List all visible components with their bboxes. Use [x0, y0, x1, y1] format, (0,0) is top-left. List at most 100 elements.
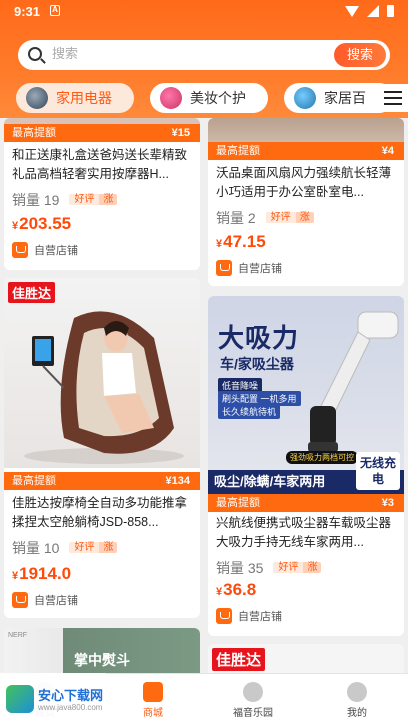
store-info: 自营店铺 [216, 260, 282, 276]
brand-tag: 佳胜达 [212, 648, 266, 671]
category-tab-label: 美妆个护 [190, 90, 246, 106]
product-title: 兴航线便携式吸尘器车载吸尘器大吸力手持无线车家两用... [216, 516, 392, 549]
tab-label: 福音乐园 [233, 708, 273, 719]
product-card[interactable]: 大吸力 车/家吸尘器 低音降噪 刷头配置 一机多用 长久续航待机 强劲吸力两档可… [208, 296, 404, 636]
sales-info: 销量 35 好评涨 [216, 558, 322, 578]
category-tab-label: 家居百 [324, 90, 366, 106]
category-tab-beauty[interactable]: 美妆个护 [150, 83, 268, 113]
image-headline: 掌中熨斗 [74, 652, 130, 668]
rating-badge: 好评涨 [273, 561, 322, 575]
product-price: ¥1914.0 [12, 564, 72, 583]
rebate-amount: ¥15 [171, 127, 190, 139]
tab-label: 商城 [143, 708, 163, 719]
sales-count: 10 [43, 540, 60, 556]
image-subtitle: 车/家吸尘器 [220, 356, 294, 372]
search-bar[interactable]: 搜索 [18, 40, 390, 70]
home-icon [294, 87, 316, 109]
header: 9:31 A 搜索 家用电器 美妆个护 家居百 [0, 0, 408, 118]
battery-icon [387, 5, 394, 17]
store-icon [216, 260, 232, 276]
product-price: ¥36.8 [216, 580, 257, 599]
store-icon [12, 242, 28, 258]
product-card[interactable]: 佳胜达 最高提额 ¥134 佳胜达按摩椅全自动多功能推拿揉捏太空舱躺椅JSD-8… [4, 278, 200, 618]
product-title: 和正送康礼盒送爸妈送长辈精致礼品高档轻奢实用按摩器H... [12, 148, 188, 181]
watermark-title: 安心下载网 [38, 688, 104, 703]
store-icon [216, 608, 232, 624]
signal-icon [367, 5, 379, 17]
category-tab-appliances[interactable]: 家用电器 [16, 83, 134, 113]
product-title: 佳胜达按摩椅全自动多功能推拿揉捏太空舱躺椅JSD-858... [12, 496, 188, 529]
rebate-amount: ¥4 [381, 145, 394, 157]
mall-tab-icon [143, 682, 163, 702]
product-image: 大吸力 车/家吸尘器 低音降噪 刷头配置 一机多用 长久续航待机 强劲吸力两档可… [208, 296, 404, 494]
tab-gospel-park[interactable]: 福音乐园 [218, 674, 288, 725]
rebate-label: 最高提额 [216, 497, 260, 509]
notification-icon: A [50, 5, 60, 16]
image-headline: 大吸力 [218, 323, 300, 353]
tab-mine[interactable]: 我的 [322, 674, 392, 725]
search-input[interactable] [52, 46, 312, 61]
store-info: 自营店铺 [12, 242, 78, 258]
rebate-strip: 最高提额 ¥15 [4, 124, 200, 142]
rebate-strip: 最高提额 ¥4 [208, 142, 404, 160]
status-time: 9:31 [14, 4, 41, 19]
massage-chair-illustration [24, 311, 184, 464]
image-badge: 无线充电 [356, 452, 400, 490]
brand-tag: 佳胜达 [8, 282, 56, 303]
menu-icon[interactable] [378, 84, 408, 112]
store-info: 自营店铺 [216, 608, 282, 624]
category-tabs: 家用电器 美妆个护 家居百 [0, 82, 408, 114]
rebate-label: 最高提额 [216, 145, 260, 157]
store-icon [12, 592, 28, 608]
product-image [208, 118, 404, 142]
sales-count: 2 [247, 210, 256, 226]
category-tab-label: 家用电器 [56, 90, 112, 106]
rating-badge: 好评涨 [265, 211, 314, 225]
sales-label: 销量 [216, 210, 244, 226]
sales-label: 销量 [216, 560, 244, 576]
sales-info: 销量 10 好评涨 [12, 538, 118, 558]
product-card[interactable]: 最高提额 ¥15 和正送康礼盒送爸妈送长辈精致礼品高档轻奢实用按摩器H... 销… [4, 118, 200, 270]
watermark-logo-icon [6, 685, 34, 713]
gospel-park-tab-icon [243, 682, 263, 702]
store-label: 自营店铺 [238, 263, 282, 275]
product-title: 沃品桌面风扇风力强续航长轻薄小巧适用于办公室卧室电... [216, 166, 392, 199]
tab-label: 我的 [347, 708, 367, 719]
sales-info: 销量 19 好评涨 [12, 190, 118, 210]
mine-tab-icon [347, 682, 367, 702]
sales-label: 销量 [12, 192, 40, 208]
store-info: 自营店铺 [12, 592, 78, 608]
status-bar: 9:31 A [0, 0, 408, 24]
image-tag: 长久续航待机 [218, 404, 281, 419]
sales-count: 19 [43, 192, 60, 208]
sales-info: 销量 2 好评涨 [216, 208, 314, 228]
product-price: ¥47.15 [216, 232, 266, 251]
store-label: 自营店铺 [34, 595, 78, 607]
rating-badge: 好评涨 [69, 541, 118, 555]
rebate-amount: ¥3 [381, 497, 394, 509]
rebate-label: 最高提额 [12, 475, 56, 487]
image-tag: NERF [8, 632, 28, 639]
rebate-label: 最高提额 [12, 127, 56, 139]
product-price: ¥203.55 [12, 214, 72, 233]
wifi-icon [345, 5, 359, 17]
appliance-icon [26, 87, 48, 109]
store-label: 自营店铺 [238, 611, 282, 623]
rating-badge: 好评涨 [69, 193, 118, 207]
image-feature-tag: 强劲吸力两档可控 [286, 451, 358, 464]
sales-label: 销量 [12, 540, 40, 556]
watermark-url: www.java800.com [38, 703, 103, 712]
vacuum-illustration [308, 311, 399, 452]
rebate-strip: 最高提额 ¥134 [4, 472, 200, 490]
search-icon [28, 47, 42, 61]
rebate-strip: 最高提额 ¥3 [208, 494, 404, 512]
tab-mall[interactable]: 商城 [118, 674, 188, 725]
watermark: 安心下载网 www.java800.com [0, 673, 106, 725]
store-label: 自营店铺 [34, 245, 78, 257]
beauty-icon [160, 87, 182, 109]
product-card[interactable]: 最高提额 ¥4 沃品桌面风扇风力强续航长轻薄小巧适用于办公室卧室电... 销量 … [208, 118, 404, 286]
product-image: 佳胜达 [4, 278, 200, 468]
search-button[interactable]: 搜索 [334, 43, 386, 67]
sales-count: 35 [247, 560, 264, 576]
rebate-amount: ¥134 [165, 475, 190, 487]
